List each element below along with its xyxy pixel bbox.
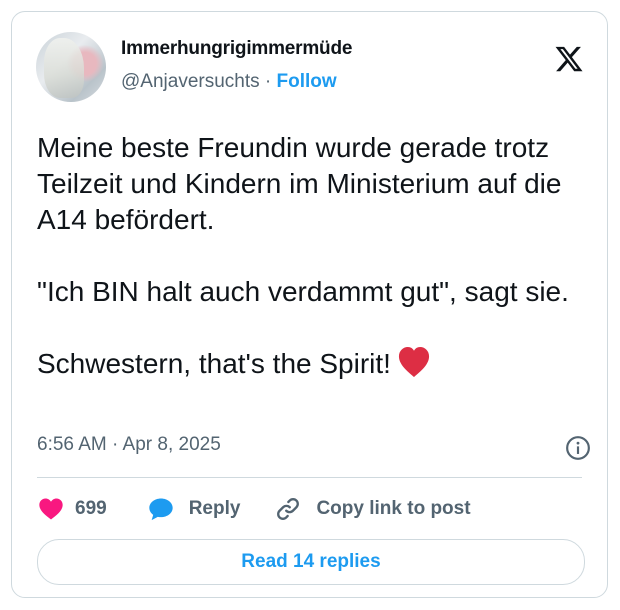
tweet-paragraph-3-text: Schwestern, that's the Spirit! bbox=[37, 348, 391, 379]
author-handle[interactable]: @Anjaversuchts bbox=[121, 71, 260, 92]
tweet-card: Immerhungrigimmermüde @Anjaversuchts · F… bbox=[11, 11, 608, 598]
x-logo-icon[interactable] bbox=[553, 44, 585, 74]
info-icon[interactable] bbox=[565, 435, 591, 461]
tweet-paragraph-3: Schwestern, that's the Spirit! bbox=[37, 346, 597, 382]
action-bar: 699 Reply Copy link to post bbox=[37, 494, 471, 524]
tweet-text: Meine beste Freundin wurde gerade trotz … bbox=[37, 130, 597, 382]
link-icon bbox=[277, 498, 300, 520]
author-display-name[interactable]: Immerhungrigimmermüde bbox=[121, 38, 352, 60]
heart-icon bbox=[39, 498, 63, 520]
avatar[interactable] bbox=[36, 32, 106, 102]
tweet-paragraph-1: Meine beste Freundin wurde gerade trotz … bbox=[37, 132, 562, 235]
read-replies-button[interactable]: Read 14 replies bbox=[37, 539, 585, 585]
copy-link-label: Copy link to post bbox=[316, 498, 471, 519]
reply-button[interactable]: Reply bbox=[147, 495, 241, 523]
like-button[interactable]: 699 bbox=[37, 495, 107, 523]
separator-dot: · bbox=[264, 71, 272, 92]
tweet-timestamp[interactable]: 6:56 AM · Apr 8, 2025 bbox=[37, 434, 221, 456]
follow-button[interactable]: Follow bbox=[277, 71, 337, 92]
tweet-paragraph-2: "Ich BIN halt auch verdammt gut", sagt s… bbox=[37, 276, 569, 307]
divider bbox=[37, 477, 582, 478]
copy-link-button[interactable]: Copy link to post bbox=[274, 495, 471, 523]
reply-label: Reply bbox=[188, 498, 241, 519]
like-count: 699 bbox=[75, 498, 107, 519]
author-handle-row: @Anjaversuchts · Follow bbox=[121, 71, 337, 93]
reply-bubble-icon bbox=[149, 498, 173, 521]
red-heart-emoji bbox=[398, 346, 430, 378]
